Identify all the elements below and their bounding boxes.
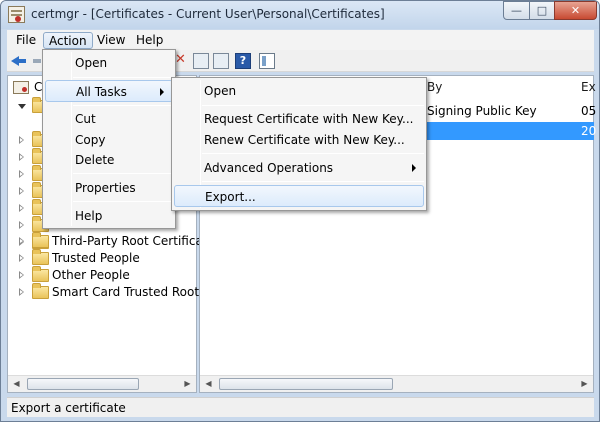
menu-item-label: Help: [75, 209, 103, 223]
menu-separator: [73, 105, 173, 106]
properties-icon[interactable]: [193, 53, 209, 69]
expand-icon[interactable]: [19, 136, 24, 144]
expand-icon[interactable]: [19, 221, 24, 229]
menu-separator: [202, 105, 424, 106]
status-text: Export a certificate: [11, 401, 126, 415]
menu-item-label: Properties: [75, 181, 136, 195]
tree-item-third-party-root[interactable]: Third-Party Root Certification: [8, 232, 226, 250]
action-menu-all-tasks[interactable]: All Tasks: [45, 80, 173, 102]
submenu-arrow-icon: [412, 164, 416, 172]
expand-icon[interactable]: [19, 204, 24, 212]
delete-icon[interactable]: ✕: [175, 53, 191, 69]
show-hide-pane-icon[interactable]: [259, 53, 275, 69]
tree-item-label: Trusted People: [52, 251, 140, 265]
maximize-button[interactable]: □: [529, 1, 555, 20]
menu-item-label: Export...: [205, 190, 256, 204]
scroll-thumb[interactable]: [27, 378, 139, 390]
menu-item-label: All Tasks: [76, 85, 127, 99]
certificates-icon: [13, 81, 29, 94]
menu-item-label: Delete: [75, 153, 115, 167]
scroll-left-icon[interactable]: ◀: [8, 376, 25, 392]
menu-separator: [202, 153, 424, 154]
scroll-left-icon[interactable]: ◀: [200, 376, 217, 392]
title-bar: certmgr - [Certificates - Current User\P…: [1, 1, 599, 29]
action-menu-copy[interactable]: Copy: [45, 129, 173, 151]
tree-item-other-people[interactable]: Other People: [8, 266, 196, 284]
window-title: certmgr - [Certificates - Current User\P…: [31, 7, 385, 21]
action-menu: Open All Tasks Cut Copy Delete Propertie…: [42, 49, 176, 229]
action-menu-delete[interactable]: Delete: [45, 149, 173, 171]
menu-item-label: Open: [204, 84, 237, 98]
list-horizontal-scrollbar[interactable]: ◀ ▶: [200, 375, 593, 392]
menu-item-label: Cut: [75, 112, 96, 126]
expand-icon[interactable]: [19, 288, 24, 296]
request-certificate-new-key[interactable]: Request Certificate with New Key...: [174, 108, 424, 130]
menu-file[interactable]: File: [11, 32, 41, 49]
expand-icon[interactable]: [19, 237, 24, 245]
action-menu-cut[interactable]: Cut: [45, 108, 173, 130]
expand-icon[interactable]: [19, 271, 24, 279]
action-menu-properties[interactable]: Properties: [45, 177, 173, 199]
selected-certificate-row[interactable]: [426, 122, 594, 140]
menu-item-label: Open: [75, 56, 108, 70]
all-tasks-open[interactable]: Open: [174, 80, 424, 102]
tree-item-smart-card-trusted-roots[interactable]: Smart Card Trusted Roots: [8, 283, 205, 301]
expand-icon[interactable]: [19, 153, 24, 161]
menu-item-label: Request Certificate with New Key...: [204, 112, 414, 126]
certmgr-window: certmgr - [Certificates - Current User\P…: [0, 0, 600, 422]
row2-expiration[interactable]: 20: [581, 124, 596, 138]
expand-icon[interactable]: [19, 187, 24, 195]
menu-bar: File Action View Help: [7, 30, 594, 50]
minimize-button[interactable]: —: [503, 1, 530, 20]
folder-icon: [32, 283, 49, 299]
tree-horizontal-scrollbar[interactable]: ◀ ▶: [8, 375, 196, 392]
menu-action[interactable]: Action: [43, 32, 93, 49]
export-list-icon[interactable]: [213, 53, 229, 69]
all-tasks-submenu: Open Request Certificate with New Key...…: [171, 77, 427, 211]
expand-icon[interactable]: [19, 254, 24, 262]
scroll-thumb[interactable]: [219, 378, 393, 390]
export-menu-item[interactable]: Export...: [174, 185, 424, 207]
folder-icon: [32, 232, 49, 248]
certificate-app-icon[interactable]: [8, 6, 25, 23]
status-bar: Export a certificate: [7, 397, 594, 417]
submenu-arrow-icon: [160, 88, 164, 96]
back-arrow-icon[interactable]: [11, 53, 27, 69]
help-icon[interactable]: ?: [235, 53, 251, 69]
tree-item-trusted-people[interactable]: Trusted People: [8, 249, 196, 267]
menu-item-label: Copy: [75, 133, 106, 147]
menu-separator: [73, 173, 173, 174]
folder-icon: [32, 266, 49, 282]
menu-help[interactable]: Help: [131, 32, 168, 49]
menu-view[interactable]: View: [92, 32, 130, 49]
scroll-right-icon[interactable]: ▶: [576, 376, 593, 392]
tree-root[interactable]: [13, 81, 29, 94]
scroll-right-icon[interactable]: ▶: [179, 376, 196, 392]
action-menu-help[interactable]: Help: [45, 205, 173, 227]
row1-expiration[interactable]: 05: [581, 104, 596, 118]
folder-icon: [32, 249, 49, 265]
menu-item-label: Advanced Operations: [204, 161, 334, 175]
close-button[interactable]: ✕: [554, 1, 597, 20]
menu-separator: [73, 77, 173, 78]
tree-item-label: Smart Card Trusted Roots: [52, 285, 206, 299]
menu-separator: [202, 181, 424, 182]
renew-certificate-new-key[interactable]: Renew Certificate with New Key...: [174, 129, 424, 151]
advanced-operations[interactable]: Advanced Operations: [174, 157, 424, 179]
collapse-icon[interactable]: [18, 104, 26, 109]
menu-item-label: Renew Certificate with New Key...: [204, 133, 405, 147]
action-menu-open[interactable]: Open: [45, 52, 173, 74]
tree-item-label: Other People: [52, 268, 130, 282]
column-header-issued-by[interactable]: By: [427, 80, 442, 94]
expand-icon[interactable]: [19, 170, 24, 178]
row1-issued-by[interactable]: Signing Public Key: [427, 104, 537, 118]
column-header-expiration[interactable]: Ex: [581, 80, 596, 94]
menu-separator: [73, 201, 173, 202]
